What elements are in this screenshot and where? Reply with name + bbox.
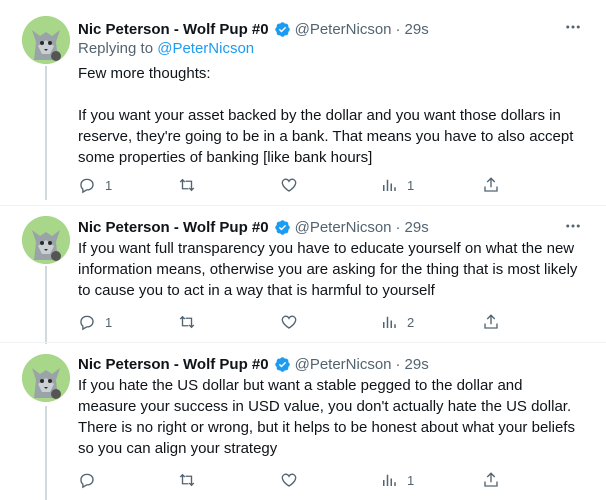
reply-count: 1 <box>105 314 113 330</box>
divider <box>0 205 606 206</box>
author-handle[interactable]: @PeterNicson <box>295 356 392 373</box>
reply-icon <box>80 315 94 331</box>
avatar[interactable] <box>22 216 70 264</box>
retweet-icon <box>179 315 195 329</box>
retweet-button[interactable] <box>178 175 205 195</box>
avatar[interactable] <box>22 354 70 402</box>
tweet-text: If you want full transparency you have t… <box>78 240 582 299</box>
tweet-text: Few more thoughts: If you want your asse… <box>78 65 574 166</box>
share-icon <box>484 314 498 329</box>
tweet-text: If you hate the US dollar but want a sta… <box>78 377 580 457</box>
views-chart-icon <box>383 316 396 328</box>
share-button[interactable] <box>482 312 500 332</box>
retweet-button[interactable] <box>178 470 205 490</box>
reply-count: 1 <box>105 177 113 193</box>
timestamp[interactable]: 29s <box>405 219 429 236</box>
views-chart-icon <box>383 179 396 191</box>
views-button[interactable]: 2 <box>380 312 414 332</box>
timestamp[interactable]: 29s <box>405 21 429 38</box>
like-button[interactable] <box>280 312 307 332</box>
like-button[interactable] <box>280 175 307 195</box>
share-button[interactable] <box>482 175 500 195</box>
views-count: 2 <box>407 314 415 330</box>
author-handle[interactable]: @PeterNicson <box>295 219 392 236</box>
separator-dot: · <box>395 355 401 373</box>
views-count: 1 <box>407 472 415 488</box>
reply-button[interactable] <box>78 470 105 490</box>
replying-to-label: Replying to <box>78 40 158 57</box>
like-button[interactable] <box>280 470 307 490</box>
separator-dot: · <box>395 20 401 38</box>
retweet-icon <box>179 473 195 487</box>
tweet-header: Nic Peterson - Wolf Pup #0 @PeterNicson … <box>78 18 429 40</box>
retweet-button[interactable] <box>178 312 205 332</box>
thread-line <box>45 406 47 500</box>
reply-icon <box>80 473 94 489</box>
verified-badge-icon <box>274 356 290 372</box>
author-handle[interactable]: @PeterNicson <box>295 21 392 38</box>
share-icon <box>484 177 498 192</box>
share-icon <box>484 472 498 487</box>
share-button[interactable] <box>482 470 500 490</box>
heart-icon <box>281 473 297 487</box>
views-button[interactable]: 1 <box>380 470 414 490</box>
timestamp[interactable]: 29s <box>405 356 429 373</box>
retweet-icon <box>179 178 195 192</box>
reply-icon <box>80 178 94 194</box>
heart-icon <box>281 315 297 329</box>
reply-button[interactable]: 1 <box>78 175 112 195</box>
avatar[interactable] <box>22 16 70 64</box>
replying-to-mention[interactable]: @PeterNicson <box>157 40 254 57</box>
thread-line <box>45 266 47 344</box>
author-name[interactable]: Nic Peterson - Wolf Pup #0 <box>78 21 269 38</box>
author-name[interactable]: Nic Peterson - Wolf Pup #0 <box>78 356 269 373</box>
heart-icon <box>281 178 297 192</box>
tweet-actions: 1 1 <box>78 175 518 195</box>
views-button[interactable]: 1 <box>380 175 414 195</box>
views-count: 1 <box>407 177 415 193</box>
reply-button[interactable]: 1 <box>78 312 112 332</box>
thread-line <box>45 66 47 200</box>
verified-badge-icon <box>274 219 290 235</box>
author-name[interactable]: Nic Peterson - Wolf Pup #0 <box>78 219 269 236</box>
tweet-header: Nic Peterson - Wolf Pup #0 @PeterNicson … <box>78 353 429 375</box>
separator-dot: · <box>395 218 401 236</box>
more-horizontal-icon[interactable] <box>563 216 583 236</box>
replying-to: Replying to @PeterNicson <box>78 40 254 57</box>
more-horizontal-icon[interactable] <box>563 17 583 37</box>
tweet-actions: 1 <box>78 470 518 490</box>
views-chart-icon <box>383 474 396 486</box>
verified-badge-icon <box>274 21 290 37</box>
tweet-actions: 1 2 <box>78 312 518 332</box>
tweet-header: Nic Peterson - Wolf Pup #0 @PeterNicson … <box>78 216 429 238</box>
divider <box>0 342 606 343</box>
